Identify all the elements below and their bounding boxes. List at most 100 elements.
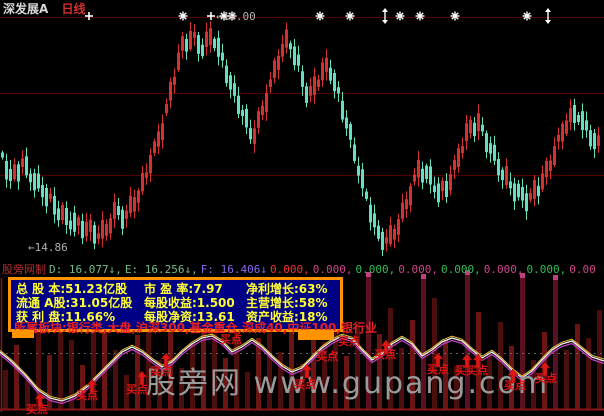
indicator-value: 0.000,: [355, 263, 395, 276]
updown-marker: [545, 8, 551, 24]
candle-body: [449, 174, 452, 190]
star-marker: [316, 12, 325, 21]
candle-body: [61, 205, 64, 220]
candle-body: [341, 101, 344, 120]
candle-body: [313, 76, 316, 95]
candle-body: [285, 29, 288, 47]
candle-body: [441, 181, 444, 192]
candle-body: [5, 161, 8, 180]
candle-body: [569, 108, 572, 122]
candle-body: [377, 226, 380, 239]
candle-body: [21, 158, 24, 167]
candle-body: [525, 193, 528, 211]
volume-bar: [553, 275, 558, 410]
candle-body: [185, 39, 188, 52]
candle-body: [413, 174, 416, 181]
candle-body: [361, 169, 364, 188]
buy-point-label: 买点: [150, 366, 172, 377]
star-marker: [179, 12, 188, 21]
candle-body: [173, 77, 176, 85]
candle-body: [125, 211, 128, 219]
buy-point-label: 买点: [126, 384, 148, 395]
stock-name: 深发展A: [3, 2, 48, 16]
candle-body: [429, 166, 432, 184]
candle-body: [421, 169, 424, 183]
candle-body: [257, 111, 260, 128]
candle-body: [405, 199, 408, 209]
candle-body: [373, 213, 376, 227]
candle-body: [337, 87, 340, 93]
candle-body: [561, 124, 564, 142]
candle-body: [249, 128, 252, 139]
candle-body: [301, 71, 304, 87]
candle-body: [189, 31, 192, 49]
indicator-value: 0.000,: [441, 263, 481, 276]
candle-body: [153, 141, 156, 153]
candle-body: [469, 120, 472, 134]
candle-body: [293, 46, 296, 65]
site-watermark: 股旁网 www.gupang.com: [146, 358, 549, 402]
candle-body: [497, 159, 500, 175]
candle-body: [169, 82, 172, 101]
high-price-label: ←19.00: [216, 10, 256, 23]
candle-body: [437, 183, 440, 202]
candle-body: [481, 125, 484, 132]
chart-title: 深发展A 日线: [3, 0, 86, 17]
candle-body: [269, 79, 272, 87]
volume-bar: [14, 345, 19, 410]
cross-marker: [85, 12, 93, 20]
candle-body: [9, 169, 12, 181]
candle-body: [509, 181, 512, 188]
candle-body: [517, 184, 520, 198]
candle-body: [545, 161, 548, 177]
candle-body: [13, 164, 16, 179]
candle-body: [37, 174, 40, 189]
candle-body: [281, 44, 284, 57]
candle-body: [501, 170, 504, 180]
candle-body: [145, 172, 148, 178]
buy-point-label: 买点: [316, 351, 338, 362]
buy-point-label: 买点: [504, 380, 526, 391]
buy-point-label: 买点: [26, 404, 48, 415]
candle-body: [557, 135, 560, 142]
candle-body: [93, 225, 96, 243]
candle-body: [433, 186, 436, 193]
candle-body: [541, 173, 544, 189]
candle-body: [213, 39, 216, 48]
candle-body: [505, 166, 508, 185]
candle-body: [465, 123, 468, 141]
indicator-value: F: 16.406↓: [201, 263, 267, 276]
candle-body: [489, 143, 492, 153]
candle-body: [221, 53, 224, 61]
candle-body: [401, 202, 404, 218]
candle-body: [317, 79, 320, 87]
star-marker: [451, 12, 460, 21]
indicator-value: 0.000,: [313, 263, 353, 276]
candle-body: [237, 96, 240, 114]
candle-body: [589, 130, 592, 146]
candle-body: [165, 104, 168, 113]
candle-body: [493, 145, 496, 161]
candle-body: [549, 161, 552, 171]
volume-bar: [3, 370, 8, 410]
indicator-value: D: 16.077↓,: [49, 263, 122, 276]
period-label[interactable]: 日线: [61, 2, 85, 16]
candlestick-chart-canvas[interactable]: [0, 0, 604, 416]
candle-body: [461, 146, 464, 153]
candle-body: [261, 106, 264, 115]
buy-point-label: 买点: [535, 373, 557, 384]
candle-body: [529, 193, 532, 200]
candle-body: [121, 210, 124, 229]
candle-body: [485, 133, 488, 152]
candle-body: [581, 111, 584, 130]
total-shares: 总 股 本:51.23亿股: [16, 282, 144, 296]
candle-body: [573, 105, 576, 123]
candle-body: [577, 115, 580, 122]
candle-body: [49, 194, 52, 199]
float-a-shares: 流通 A股:31.05亿股: [16, 296, 144, 310]
indicator-value: 0.00: [569, 263, 596, 276]
candle-body: [425, 166, 428, 179]
candle-body: [69, 221, 72, 230]
candle-body: [593, 133, 596, 149]
candle-body: [65, 208, 68, 225]
